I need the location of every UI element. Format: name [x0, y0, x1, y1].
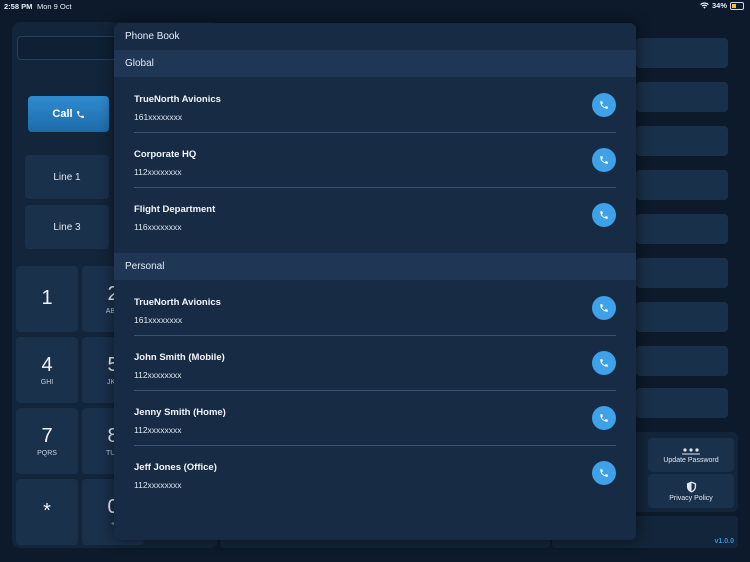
battery-fill [732, 3, 737, 8]
right-panel-row[interactable] [636, 346, 728, 376]
call-contact-button[interactable] [592, 148, 616, 172]
update-password-button[interactable]: Update Password [648, 438, 734, 472]
contact-name: Jenny Smith (Home) [134, 407, 226, 418]
contact-name: Corporate HQ [134, 149, 197, 160]
section-header-personal: Personal [114, 253, 636, 280]
line-3-label: Line 3 [53, 221, 81, 233]
line-3-button[interactable]: Line 3 [25, 205, 109, 249]
privacy-policy-label: Privacy Policy [669, 494, 713, 502]
contact-name: TrueNorth Avionics [134, 94, 221, 105]
right-panel-row[interactable] [636, 258, 728, 288]
key-digit: 7 [41, 425, 53, 447]
key-4[interactable]: 4 GHI [16, 337, 78, 403]
phone-icon [600, 156, 608, 164]
update-password-label: Update Password [663, 456, 719, 464]
contact-row[interactable]: Flight Department 116xxxxxxxx [134, 188, 616, 242]
status-date: Mon 9 Oct [37, 2, 72, 11]
privacy-policy-button[interactable]: Privacy Policy [648, 474, 734, 508]
contact-number: 112xxxxxxxx [134, 167, 182, 177]
key-digit: 4 [41, 354, 53, 376]
right-panel-row[interactable] [636, 388, 728, 418]
section-header-global: Global [114, 50, 636, 77]
contact-number: 112xxxxxxxx [134, 425, 182, 435]
contact-row[interactable]: Corporate HQ 112xxxxxxxx [134, 133, 616, 188]
contact-row[interactable]: Jenny Smith (Home) 112xxxxxxxx [134, 391, 616, 446]
key-digit: 1 [41, 286, 53, 309]
contact-name: Flight Department [134, 204, 216, 215]
contact-row[interactable]: Jeff Jones (Office) 112xxxxxxxx [134, 446, 616, 500]
key-letters: PQRS [37, 450, 57, 457]
battery-percent: 34% [711, 1, 727, 10]
contact-number: 112xxxxxxxx [134, 480, 182, 490]
key-7[interactable]: 7 PQRS [16, 408, 78, 474]
call-contact-button[interactable] [592, 406, 616, 430]
right-panel-row[interactable] [636, 170, 728, 200]
phone-icon [600, 211, 608, 219]
contact-number: 112xxxxxxxx [134, 370, 182, 380]
status-right: 34% [700, 1, 744, 10]
contact-name: John Smith (Mobile) [134, 352, 225, 363]
call-contact-button[interactable] [592, 203, 616, 227]
key-letters: GHI [40, 379, 54, 386]
phone-icon [600, 101, 608, 109]
phone-icon [76, 110, 84, 118]
contact-number: 161xxxxxxxx [134, 315, 183, 325]
right-panel-row[interactable] [636, 38, 728, 68]
password-dots-icon [682, 447, 700, 454]
key-digit: * [43, 499, 51, 522]
right-panel-row[interactable] [636, 126, 728, 156]
line-1-label: Line 1 [53, 171, 81, 183]
call-contact-button[interactable] [592, 296, 616, 320]
contact-name: Jeff Jones (Office) [134, 462, 217, 473]
contact-row[interactable]: TrueNorth Avionics 161xxxxxxxx [134, 78, 616, 133]
status-time: 2:58 PM [4, 2, 33, 11]
status-bar: 2:58 PM Mon 9 Oct 34% [0, 0, 750, 12]
contact-row[interactable]: TrueNorth Avionics 161xxxxxxxx [134, 281, 616, 336]
wifi-icon [700, 2, 709, 9]
battery-icon [730, 1, 744, 10]
call-contact-button[interactable] [592, 461, 616, 485]
right-panel-row[interactable] [636, 302, 728, 332]
modal-title: Phone Book [125, 31, 180, 42]
phone-book-modal: Phone Book Global TrueNorth Avionics 161… [114, 23, 636, 540]
call-button-label: Call [52, 108, 73, 120]
contact-row[interactable]: John Smith (Mobile) 112xxxxxxxx [134, 336, 616, 391]
phone-icon [600, 469, 608, 477]
contact-name: TrueNorth Avionics [134, 297, 221, 308]
key-star[interactable]: * [16, 479, 78, 545]
call-contact-button[interactable] [592, 351, 616, 375]
call-contact-button[interactable] [592, 93, 616, 117]
contact-number: 116xxxxxxxx [134, 222, 182, 232]
phone-icon [600, 304, 608, 312]
call-button[interactable]: Call [28, 96, 109, 132]
right-panel-row[interactable] [636, 82, 728, 112]
right-panel-row[interactable] [636, 214, 728, 244]
section-title: Global [125, 58, 154, 69]
phone-icon [600, 359, 608, 367]
line-1-button[interactable]: Line 1 [25, 155, 109, 199]
phone-icon [600, 414, 608, 422]
key-1[interactable]: 1 [16, 266, 78, 332]
section-title: Personal [125, 261, 165, 272]
shield-icon [686, 481, 696, 492]
contact-number: 161xxxxxxxx [134, 112, 183, 122]
version-label: v1.0.0 [714, 538, 734, 545]
